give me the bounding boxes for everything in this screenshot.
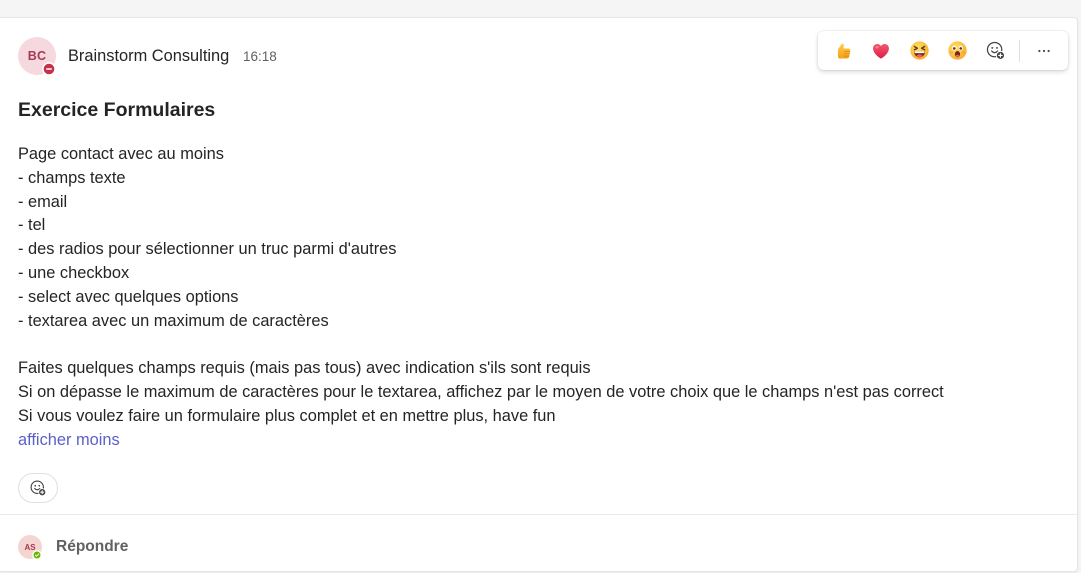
add-reaction-toolbar-button[interactable] <box>976 35 1014 67</box>
add-reaction-button[interactable] <box>18 473 58 503</box>
requirement-item: - tel <box>18 216 46 235</box>
requirement-item: - des radios pour sélectionner un truc p… <box>18 240 397 259</box>
author-avatar[interactable]: BC <box>18 37 56 76</box>
show-less-row: afficher moins <box>18 429 944 453</box>
react-laugh-button[interactable] <box>900 35 938 67</box>
message-subject: Exercice Formulaires <box>18 99 216 121</box>
reply-row[interactable]: AS Répondre <box>0 515 1077 571</box>
requirement-item: - une checkbox <box>18 263 130 282</box>
laughing-face-icon <box>909 41 929 60</box>
toolbar-divider <box>1019 39 1020 62</box>
surprised-face-icon <box>947 41 967 60</box>
do-not-disturb-icon <box>42 62 56 76</box>
requirement-item: - champs texte <box>18 168 126 187</box>
message-timestamp: 16:18 <box>243 49 277 64</box>
available-icon <box>32 550 42 560</box>
note-line: Si on dépasse le maximum de caractères p… <box>18 382 944 401</box>
add-reaction-icon <box>986 41 1005 60</box>
note-line: Faites quelques champs requis (mais pas … <box>18 359 591 378</box>
reaction-toolbar <box>818 31 1068 70</box>
more-options-icon <box>1037 49 1050 52</box>
body-intro: Page contact avec au moins <box>18 145 224 163</box>
show-less-link[interactable]: afficher moins <box>18 431 120 449</box>
note-line: Si vous voulez faire un formulaire plus … <box>18 406 556 425</box>
teams-channel-view: BC Brainstorm Consulting 16:18 Exercice … <box>0 0 1081 573</box>
add-reaction-icon <box>30 480 47 497</box>
heart-icon <box>873 43 889 59</box>
requirement-item: - select avec quelques options <box>18 287 239 306</box>
reply-button[interactable]: Répondre <box>56 537 128 557</box>
react-heart-button[interactable] <box>862 35 900 67</box>
author-name[interactable]: Brainstorm Consulting <box>68 46 229 66</box>
message-body: Page contact avec au moins - champs text… <box>18 143 944 452</box>
requirement-item: - email <box>18 192 68 211</box>
react-like-button[interactable] <box>824 35 862 67</box>
requirement-item: - textarea avec un maximum de caractères <box>18 311 329 330</box>
more-options-button[interactable] <box>1025 35 1062 67</box>
react-surprised-button[interactable] <box>938 35 976 67</box>
author-initials: BC <box>27 49 47 63</box>
current-user-avatar: AS <box>18 535 42 560</box>
thumbs-up-icon <box>838 43 851 58</box>
